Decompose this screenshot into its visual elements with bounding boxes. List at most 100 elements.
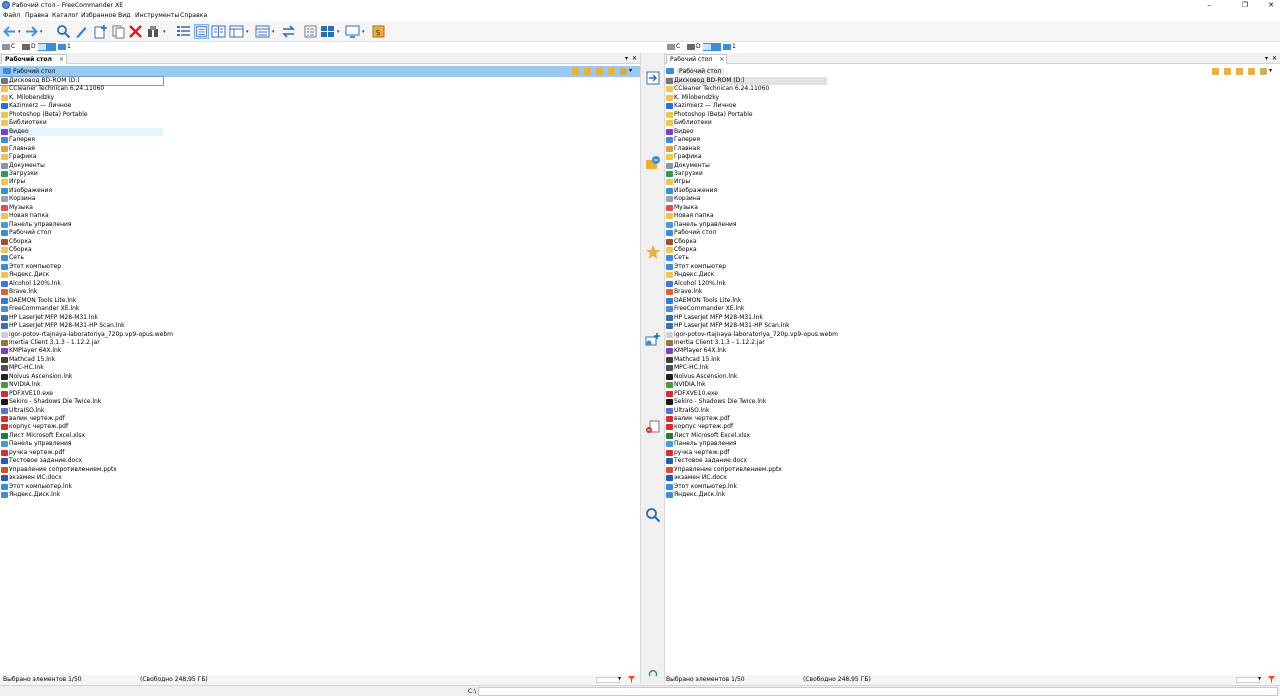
tab-menu-icon[interactable]: ▾: [1265, 55, 1268, 62]
drive-1-button[interactable]: 1: [723, 43, 736, 51]
file-row[interactable]: Панель управления: [665, 221, 827, 229]
back-dropdown-icon[interactable]: ▾: [18, 30, 22, 35]
file-row[interactable]: Этот компьютер.lnk: [665, 483, 827, 491]
layout-dropdown-icon[interactable]: ▾: [246, 30, 250, 35]
file-row[interactable]: Музыка: [0, 204, 163, 212]
root-folder-icon[interactable]: [1248, 68, 1255, 75]
compare-delete-icon[interactable]: [645, 419, 661, 435]
copy-to-other-panel-icon[interactable]: [645, 70, 661, 86]
file-row[interactable]: Alcohol 120%.lnk: [0, 280, 163, 288]
filter-dropdown-icon[interactable]: ▾: [1258, 675, 1261, 682]
file-row[interactable]: Sekiro - Shadows Die Twice.lnk: [665, 398, 827, 406]
minimize-button[interactable]: –: [1200, 0, 1218, 11]
file-row[interactable]: DAEMON Tools Lite.lnk: [665, 297, 827, 305]
file-row[interactable]: FreeCommander XE.lnk: [0, 305, 163, 313]
left-tab-desktop[interactable]: Рабочий стол ✕: [1, 54, 67, 64]
menu-edit[interactable]: Правка: [25, 12, 49, 19]
right-path-bar[interactable]: Рабочий стол ▾: [665, 66, 1280, 77]
file-row[interactable]: Этот компьютер: [665, 263, 827, 271]
file-row[interactable]: HP LaserJet MFP M28-M31-HP Scan.lnk: [665, 322, 827, 330]
split-view-icon[interactable]: [211, 24, 226, 39]
tools-icon[interactable]: [146, 24, 161, 39]
history-icon[interactable]: [584, 68, 591, 75]
file-row[interactable]: Панель управления: [665, 440, 827, 448]
file-row[interactable]: Рабочий стол: [0, 229, 163, 237]
file-row[interactable]: HP LaserJet MFP M28-M31-HP Scan.lnk: [0, 322, 163, 330]
details-view-icon[interactable]: [176, 24, 191, 39]
panel-view-icon[interactable]: [255, 24, 270, 39]
file-row[interactable]: Тестовое задание.docx: [0, 457, 163, 465]
file-row[interactable]: PDFXVE10.exe: [665, 390, 827, 398]
drive-d-button[interactable]: D: [22, 43, 36, 51]
file-row[interactable]: Сеть: [665, 254, 827, 262]
tab-menu-icon[interactable]: ▾: [625, 55, 628, 62]
file-row[interactable]: MPC-HC.lnk: [665, 364, 827, 372]
file-row[interactable]: Сеть: [0, 254, 163, 262]
file-row[interactable]: валик чертеж.pdf: [0, 415, 163, 423]
file-row[interactable]: Загрузки: [665, 170, 827, 178]
file-row[interactable]: NVIDIA.lnk: [0, 381, 163, 389]
file-row[interactable]: Графика: [0, 153, 163, 161]
sync-folders-icon[interactable]: [645, 155, 661, 171]
file-row[interactable]: Видео: [0, 127, 163, 137]
file-row[interactable]: Brave.lnk: [0, 288, 163, 296]
menu-folder[interactable]: Каталог: [52, 12, 79, 19]
left-path-bar[interactable]: Рабочий стол ▾: [0, 66, 640, 77]
find-files-icon[interactable]: [645, 507, 661, 523]
new-folder-icon[interactable]: [645, 331, 661, 347]
favorites-star-icon[interactable]: [645, 244, 661, 260]
folder-tree-icon[interactable]: [1260, 68, 1267, 75]
recycle-icon[interactable]: [648, 668, 658, 678]
search-icon[interactable]: [56, 24, 71, 39]
file-row[interactable]: Яндекс.Диск.lnk: [0, 491, 163, 499]
file-row[interactable]: Nolvus Ascension.lnk: [665, 373, 827, 381]
file-row[interactable]: Kazimierz — Личное: [665, 102, 827, 110]
list-view-icon[interactable]: [194, 24, 209, 39]
file-row[interactable]: Главная: [0, 145, 163, 153]
history-icon[interactable]: [1224, 68, 1231, 75]
left-filter-input[interactable]: [596, 677, 620, 683]
forward-dropdown-icon[interactable]: ▾: [40, 30, 44, 35]
file-row[interactable]: Музыка: [665, 204, 827, 212]
file-row[interactable]: Дисковод BD-ROM (D:): [0, 75, 164, 87]
file-row[interactable]: Библиотеки: [665, 119, 827, 127]
menu-file[interactable]: Файл: [3, 12, 20, 19]
monitor-icon[interactable]: [345, 24, 360, 39]
file-row[interactable]: Галерея: [0, 136, 163, 144]
file-row[interactable]: валик чертеж.pdf: [665, 415, 827, 423]
file-row[interactable]: Корзина: [0, 195, 163, 203]
file-row[interactable]: Nolvus Ascension.lnk: [0, 373, 163, 381]
archive-icon[interactable]: $: [371, 24, 386, 39]
file-row[interactable]: Этот компьютер.lnk: [0, 483, 163, 491]
file-row[interactable]: PDFXVE10.exe: [0, 390, 163, 398]
file-row[interactable]: Документы: [665, 162, 827, 170]
file-row[interactable]: Сборка: [0, 238, 163, 246]
drive-c-button[interactable]: C: [2, 43, 15, 51]
file-row[interactable]: Sekiro - Shadows Die Twice.lnk: [0, 398, 163, 406]
file-row[interactable]: экзамен ИС.docx: [0, 474, 163, 482]
drive-c-button[interactable]: C: [667, 43, 680, 51]
monitor-dropdown-icon[interactable]: ▾: [362, 30, 366, 35]
file-row[interactable]: ручка чертеж.pdf: [0, 449, 163, 457]
file-row[interactable]: Inertia Client 3.1.3 - 1.12.2.jar: [0, 339, 163, 347]
file-row[interactable]: Новая папка: [665, 212, 827, 220]
edit-icon[interactable]: [74, 24, 89, 39]
file-row[interactable]: HP LaserJet MFP M28-M31.lnk: [665, 314, 827, 322]
drive-d-button[interactable]: D: [687, 43, 701, 51]
forward-icon[interactable]: [24, 24, 39, 39]
file-row[interactable]: Панель управления: [0, 221, 163, 229]
close-tab-icon[interactable]: ✕: [59, 56, 64, 63]
menu-help[interactable]: Справка: [180, 12, 207, 19]
file-row[interactable]: Яндекс.Диск: [0, 271, 163, 279]
copy-icon[interactable]: [111, 24, 126, 39]
file-row[interactable]: Изображения: [665, 187, 827, 195]
drive-1-button[interactable]: 1: [58, 43, 71, 51]
command-line-input[interactable]: [478, 687, 1278, 696]
file-row[interactable]: DAEMON Tools Lite.lnk: [0, 297, 163, 305]
file-row[interactable]: Яндекс.Диск.lnk: [665, 491, 827, 499]
file-row[interactable]: Inertia Client 3.1.3 - 1.12.2.jar: [665, 339, 827, 347]
file-row[interactable]: CCleaner Technican 6.24.11060: [0, 85, 163, 93]
file-row[interactable]: Игры: [0, 178, 163, 186]
root-folder-icon[interactable]: [608, 68, 615, 75]
folder-up-icon[interactable]: [596, 68, 603, 75]
